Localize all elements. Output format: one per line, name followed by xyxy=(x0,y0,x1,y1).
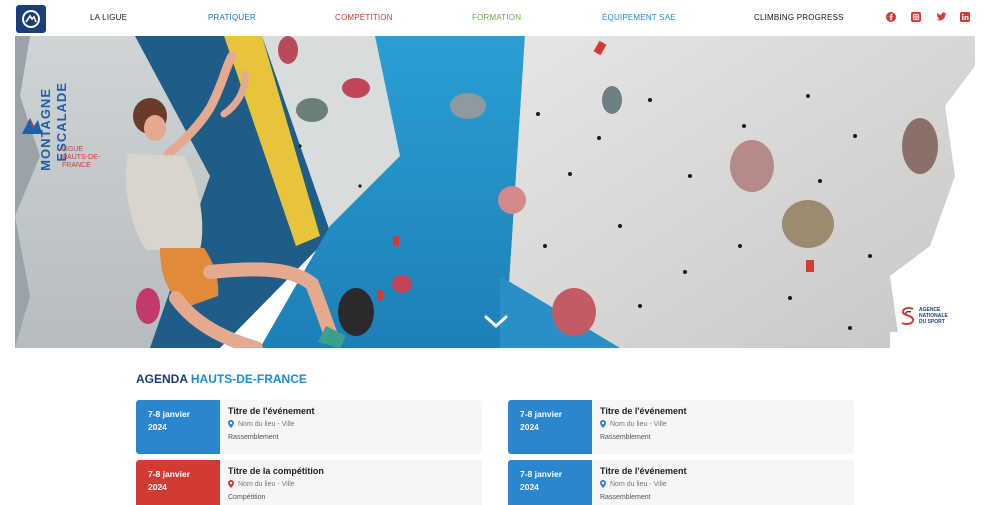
event-card[interactable]: 7-8 janvier 2024 Titre de l'événement No… xyxy=(508,400,854,454)
event-date: 7-8 janvier 2024 xyxy=(508,460,592,505)
twitter-icon[interactable] xyxy=(935,11,947,23)
ans-label-line: DU SPORT xyxy=(919,319,945,325)
ans-logo-icon xyxy=(901,307,915,325)
agence-nationale-sport-logo[interactable]: AGENCE NATIONALE DU SPORT xyxy=(900,304,960,328)
event-location: Nom du lieu - Ville xyxy=(228,420,478,428)
event-card[interactable]: 7-8 janvier 2024 Titre de l'événement No… xyxy=(136,400,482,454)
event-date: 7-8 janvier 2024 xyxy=(508,400,592,454)
event-place: Nom du lieu - Ville xyxy=(610,420,667,428)
nav-la-ligue[interactable]: LA LIGUE xyxy=(90,13,127,22)
event-title: Titre de l'événement xyxy=(600,466,687,476)
event-date-days: 7-8 janvier xyxy=(148,409,191,419)
event-info: Titre de l'événement Nom du lieu - Ville… xyxy=(600,406,850,441)
brand-line-montagne: MONTAGNE xyxy=(38,88,53,171)
event-type: Rassemblement xyxy=(600,434,651,441)
event-date-year: 2024 xyxy=(520,482,539,492)
event-date-days: 7-8 janvier xyxy=(148,469,191,479)
nav-pratiquer[interactable]: PRATIQUER xyxy=(208,13,256,22)
agenda-heading-region: HAUTS-DE-FRANCE xyxy=(190,372,307,386)
event-type: Rassemblement xyxy=(228,434,279,441)
event-place: Nom du lieu - Ville xyxy=(238,480,295,488)
event-date-year: 2024 xyxy=(148,422,167,432)
nav-climbing-progress[interactable]: CLIMBING PROGRESS xyxy=(754,13,844,22)
event-date-year: 2024 xyxy=(520,422,539,432)
event-type: Compétition xyxy=(228,494,266,501)
agenda-heading-main: AGENDA xyxy=(136,372,191,386)
event-title: Titre de la compétition xyxy=(228,466,324,476)
event-location: Nom du lieu - Ville xyxy=(228,480,478,488)
event-place: Nom du lieu - Ville xyxy=(610,480,667,488)
scroll-down-chevron-icon[interactable] xyxy=(482,312,510,332)
event-date-year: 2024 xyxy=(148,482,167,492)
event-info: Titre de l'événement Nom du lieu - Ville… xyxy=(600,466,850,501)
climbing-wall-photo xyxy=(0,36,983,348)
location-pin-icon xyxy=(600,420,606,428)
ffme-logo[interactable]: MONTAGNE ESCALADE LIGUE HAUTS-DE- FRANCE xyxy=(18,82,118,222)
ans-label: AGENCE NATIONALE DU SPORT xyxy=(919,307,948,325)
nav-formation[interactable]: FORMATION xyxy=(472,13,521,22)
brand-sub-line: FRANCE xyxy=(62,162,91,169)
event-title: Titre de l'événement xyxy=(228,406,315,416)
event-date: 7-8 janvier 2024 xyxy=(136,400,220,454)
nav-competition[interactable]: COMPÉTITION xyxy=(335,13,393,22)
event-date-days: 7-8 janvier xyxy=(520,469,563,479)
event-location: Nom du lieu - Ville xyxy=(600,480,850,488)
nav-equipement-sae[interactable]: ÉQUIPEMENT SAE xyxy=(602,13,676,22)
event-date: 7-8 janvier 2024 xyxy=(136,460,220,505)
event-info: Titre de l'événement Nom du lieu - Ville… xyxy=(228,406,478,441)
event-card[interactable]: 7-8 janvier 2024 Titre de l'événement No… xyxy=(508,460,854,505)
brand-sub-line: LIGUE xyxy=(62,146,84,153)
event-date-days: 7-8 janvier xyxy=(520,409,563,419)
brand-sub-line: HAUTS-DE- xyxy=(62,154,101,161)
location-pin-icon xyxy=(600,480,606,488)
event-place: Nom du lieu - Ville xyxy=(238,420,295,428)
event-location: Nom du lieu - Ville xyxy=(600,420,850,428)
hero-banner: MONTAGNE ESCALADE LIGUE HAUTS-DE- FRANCE… xyxy=(0,36,983,348)
event-info: Titre de la compétition Nom du lieu - Vi… xyxy=(228,466,478,501)
location-pin-icon xyxy=(228,420,234,428)
competition-card[interactable]: 7-8 janvier 2024 Titre de la compétition… xyxy=(136,460,482,505)
top-navigation: LA LIGUE PRATIQUER COMPÉTITION FORMATION… xyxy=(0,0,983,36)
event-type: Rassemblement xyxy=(600,494,651,501)
agenda-heading: AGENDA HAUTS-DE-FRANCE xyxy=(136,372,307,386)
event-title: Titre de l'événement xyxy=(600,406,687,416)
linkedin-icon[interactable] xyxy=(959,11,971,23)
brand-subtitle: LIGUE HAUTS-DE- FRANCE xyxy=(62,146,122,170)
instagram-icon[interactable] xyxy=(910,11,922,23)
logo-icon xyxy=(22,10,40,28)
facebook-icon[interactable] xyxy=(885,11,897,23)
main-menu: LA LIGUE PRATIQUER COMPÉTITION FORMATION… xyxy=(60,0,880,36)
location-pin-icon xyxy=(228,480,234,488)
site-logo[interactable] xyxy=(16,5,46,33)
